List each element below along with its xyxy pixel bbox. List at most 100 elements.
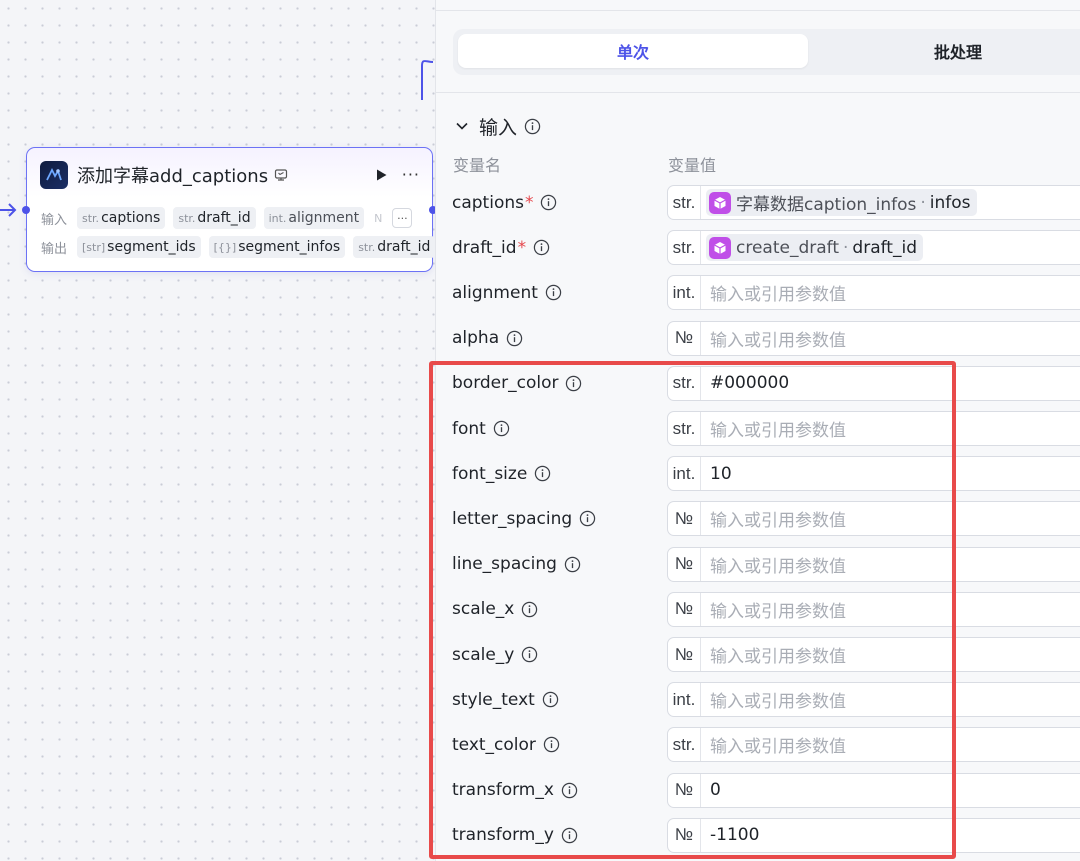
param-row-captions: captions * str. 字幕数据caption_infos · infos: [436, 185, 1080, 220]
type-indicator: str.: [668, 186, 701, 219]
panel-divider: [436, 10, 1080, 11]
ref-source: 字幕数据caption_infos: [736, 195, 917, 215]
param-placeholder[interactable]: 输入或引用参数值: [710, 732, 846, 757]
info-icon[interactable]: [493, 420, 510, 437]
param-value-field[interactable]: str. create_draft · draft_id: [667, 230, 1080, 266]
run-icon[interactable]: [374, 168, 388, 182]
info-icon[interactable]: [540, 194, 557, 211]
param-value-field[interactable]: str. 字幕数据caption_infos · infos: [667, 185, 1080, 220]
outputs-label: 输出: [41, 241, 68, 257]
param-placeholder[interactable]: 输入或引用参数值: [710, 642, 846, 667]
param-value[interactable]: #000000: [710, 373, 789, 393]
param-name: draft_id *: [452, 230, 550, 265]
input-chip-truncated: N: [374, 211, 383, 225]
param-value-field[interactable]: str. 输入或引用参数值: [667, 411, 1080, 446]
reference-tag[interactable]: 字幕数据caption_infos · infos: [706, 189, 977, 216]
param-value-field[interactable]: № 输入或引用参数值: [667, 637, 1080, 672]
column-header-name: 变量名: [453, 156, 502, 175]
param-value-field[interactable]: int. 输入或引用参数值: [667, 275, 1080, 311]
info-icon[interactable]: [561, 827, 578, 844]
info-icon[interactable]: [564, 556, 581, 573]
type-indicator: int.: [668, 276, 701, 310]
edge-line-top: [421, 60, 434, 100]
param-placeholder[interactable]: 输入或引用参数值: [710, 280, 846, 305]
info-icon[interactable]: [543, 736, 560, 753]
tab-batch[interactable]: 批处理: [813, 34, 1080, 68]
param-name: border_color: [452, 366, 582, 401]
input-chip: str. draft_id: [173, 207, 256, 229]
node-header: 添加字幕add_captions ···: [40, 161, 420, 189]
param-placeholder[interactable]: 输入或引用参数值: [710, 326, 846, 351]
tab-single[interactable]: 单次: [458, 34, 808, 68]
param-name: text_color: [452, 727, 560, 762]
param-row-scale-y: scale_y № 输入或引用参数值: [436, 637, 1080, 672]
param-value-field[interactable]: № -1100: [667, 817, 1080, 853]
info-icon[interactable]: [521, 601, 538, 618]
param-name: line_spacing: [452, 547, 581, 582]
param-placeholder[interactable]: 输入或引用参数值: [710, 416, 846, 441]
param-value[interactable]: 10: [710, 464, 732, 484]
info-icon[interactable]: [533, 239, 550, 256]
param-row-transform-y: transform_y № -1100: [436, 817, 1080, 853]
param-name: transform_x: [452, 773, 578, 808]
param-name: scale_x: [452, 592, 538, 627]
param-value-field[interactable]: № 输入或引用参数值: [667, 546, 1080, 582]
type-indicator: №: [668, 773, 701, 807]
ref-separator: ·: [920, 192, 926, 213]
info-icon[interactable]: [542, 691, 559, 708]
output-chip: [str] segment_ids: [77, 236, 201, 258]
required-marker: *: [524, 192, 534, 213]
info-icon[interactable]: [506, 330, 523, 347]
param-value[interactable]: 0: [710, 780, 721, 800]
reference-tag[interactable]: create_draft · draft_id: [706, 234, 923, 262]
info-icon[interactable]: [561, 782, 578, 799]
param-placeholder[interactable]: 输入或引用参数值: [710, 506, 846, 531]
workflow-node-add-captions[interactable]: 添加字幕add_captions ··· 输入 str. captions str…: [22, 147, 437, 272]
type-indicator: №: [668, 592, 701, 626]
param-value-field[interactable]: № 0: [667, 772, 1080, 808]
node-input-handle[interactable]: [22, 206, 30, 214]
type-indicator: №: [668, 321, 701, 355]
mode-segmented-control: 单次 批处理: [453, 29, 1080, 75]
input-section-header[interactable]: 输入: [455, 112, 541, 140]
param-placeholder[interactable]: 输入或引用参数值: [710, 687, 846, 712]
param-value[interactable]: -1100: [710, 825, 759, 845]
param-row-text-color: text_color str. 输入或引用参数值: [436, 727, 1080, 763]
column-header-value: 变量值: [668, 156, 717, 175]
more-inputs-button[interactable]: ···: [392, 208, 413, 228]
chevron-down-icon[interactable]: [455, 119, 469, 133]
type-indicator: №: [668, 818, 701, 852]
param-row-letter-spacing: letter_spacing № 输入或引用参数值: [436, 501, 1080, 537]
info-icon[interactable]: [545, 284, 562, 301]
param-value-field[interactable]: int. 10: [667, 456, 1080, 492]
node-inputs-row: 输入 str. captions str. draft_id int. alignme…: [41, 207, 413, 229]
info-icon[interactable]: [524, 118, 541, 135]
param-value-field[interactable]: str. 输入或引用参数值: [667, 727, 1080, 763]
param-value-field[interactable]: № 输入或引用参数值: [667, 320, 1080, 356]
param-value-field[interactable]: str. #000000: [667, 365, 1080, 401]
param-row-alignment: alignment int. 输入或引用参数值: [436, 275, 1080, 311]
test-run-panel: 单次 批处理 输入 变量名 变量值 captions * str. 字幕数据capti…: [435, 0, 1080, 861]
type-indicator: №: [668, 547, 701, 581]
info-icon[interactable]: [565, 375, 582, 392]
param-value-field[interactable]: № 输入或引用参数值: [667, 501, 1080, 537]
type-indicator: str.: [668, 231, 701, 265]
param-value-field[interactable]: int. 输入或引用参数值: [667, 682, 1080, 718]
param-placeholder[interactable]: 输入或引用参数值: [710, 597, 846, 622]
param-placeholder[interactable]: 输入或引用参数值: [710, 552, 846, 577]
node-more-menu-icon[interactable]: ···: [402, 167, 420, 183]
param-value-field[interactable]: № 输入或引用参数值: [667, 591, 1080, 627]
node-ref-icon: [709, 191, 731, 214]
param-row-font: font str. 输入或引用参数值: [436, 411, 1080, 446]
ref-key: infos: [929, 192, 971, 213]
info-icon[interactable]: [579, 510, 596, 527]
param-name: alignment: [452, 275, 562, 310]
type-indicator: str.: [668, 366, 701, 400]
panel-divider: [436, 92, 1080, 93]
output-chip: str. draft_id: [353, 236, 436, 258]
canvas-edges: [0, 60, 434, 217]
info-icon[interactable]: [534, 465, 551, 482]
param-row-style-text: style_text int. 输入或引用参数值: [436, 682, 1080, 718]
param-name: captions *: [452, 185, 557, 220]
info-icon[interactable]: [521, 646, 538, 663]
